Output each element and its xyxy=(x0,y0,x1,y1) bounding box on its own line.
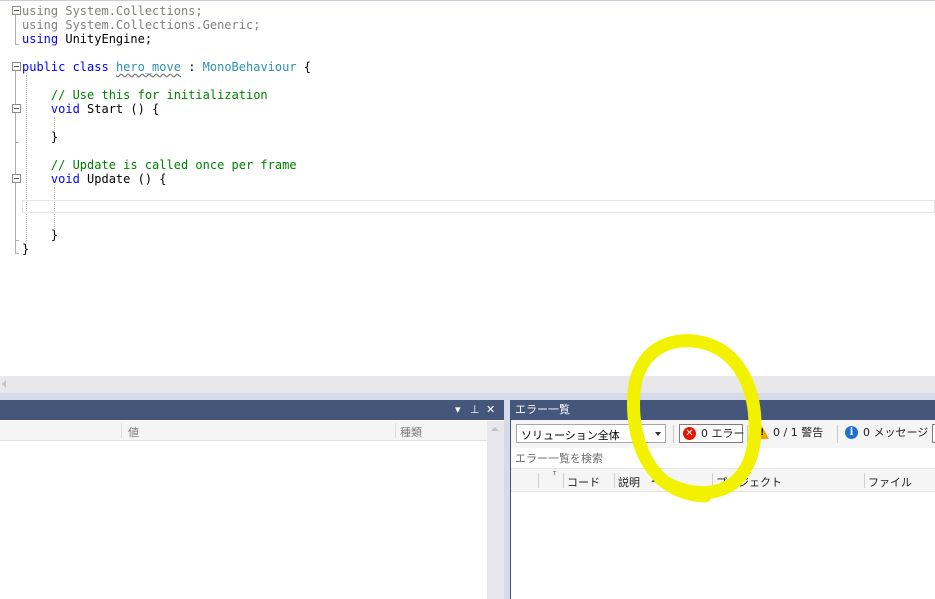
watch-vertical-scrollbar[interactable] xyxy=(487,421,504,599)
watch-panel-titlebar: ▾ ⊥ ✕ xyxy=(0,400,504,420)
pin-icon[interactable]: ⊥ xyxy=(470,402,480,418)
errors-filter-button[interactable]: ✕ 0 エラー xyxy=(679,424,745,443)
code-line[interactable]: using System.Collections.Generic; xyxy=(22,18,260,32)
column-header-description[interactable]: 説明 xyxy=(618,474,640,490)
filter-icon[interactable]: ᵀ xyxy=(553,471,556,481)
info-icon: i xyxy=(845,426,858,439)
code-line[interactable]: void Update () { xyxy=(22,172,167,186)
code-token: Start () { xyxy=(79,102,160,116)
editor-horizontal-scrollbar[interactable] xyxy=(0,376,935,393)
code-token: void xyxy=(50,102,80,116)
outline-bracket xyxy=(15,113,16,143)
code-token: hero_move xyxy=(115,60,181,74)
column-separator[interactable] xyxy=(864,473,865,488)
outline-bracket xyxy=(15,183,16,241)
error-search-row xyxy=(511,448,935,469)
scroll-up-icon[interactable] xyxy=(491,427,499,431)
code-token: using xyxy=(22,32,59,46)
code-line[interactable]: public class hero_move : MonoBehaviour { xyxy=(22,60,311,74)
error-list-column-header: ᵀ コード 説明 プロジェクト ファイル xyxy=(511,470,935,492)
code-token: // Update is called once per frame xyxy=(50,158,297,172)
code-line[interactable]: void Start () { xyxy=(22,102,159,116)
outline-bracket xyxy=(15,11,16,45)
code-token: } xyxy=(22,130,59,144)
code-token: } xyxy=(22,228,59,242)
code-token: : xyxy=(180,60,203,74)
column-separator[interactable] xyxy=(614,473,615,488)
column-header-project[interactable]: プロジェクト xyxy=(716,474,782,490)
outline-bracket-end xyxy=(15,142,19,143)
watch-column-header: 値 種類 xyxy=(0,421,487,441)
toolbar-separator xyxy=(837,425,838,443)
error-list-panel: エラー一覧 ソリューション全体 ✕ 0 エラー ! 0 / 1 警告 i 0 メ… xyxy=(510,400,935,599)
collapse-icon[interactable] xyxy=(12,6,21,15)
toolbar-separator xyxy=(747,425,748,443)
error-search-input[interactable] xyxy=(511,448,935,468)
outline-bracket-end xyxy=(15,44,19,45)
code-token: void xyxy=(50,172,80,186)
code-line[interactable]: // Update is called once per frame xyxy=(22,158,297,172)
chevron-down-icon xyxy=(655,432,661,436)
code-token: { xyxy=(296,60,312,74)
code-line[interactable]: using UnityEngine; xyxy=(22,32,152,46)
indent-guide xyxy=(54,117,55,131)
scope-dropdown[interactable]: ソリューション全体 xyxy=(516,424,666,443)
collapse-icon[interactable] xyxy=(12,62,21,71)
close-icon[interactable]: ✕ xyxy=(486,402,495,418)
sort-ascending-icon xyxy=(651,478,659,482)
errors-label: 0 エラー xyxy=(701,427,745,440)
scope-value: ソリューション全体 xyxy=(521,429,620,442)
code-line[interactable]: } xyxy=(22,228,58,242)
error-icon: ✕ xyxy=(683,427,696,440)
current-line-highlight xyxy=(22,200,935,213)
column-header-value[interactable]: 値 xyxy=(128,424,139,440)
watch-panel: ▾ ⊥ ✕ 値 種類 xyxy=(0,400,504,599)
outline-bracket-end xyxy=(15,253,19,254)
column-header-code[interactable]: コード xyxy=(567,474,600,490)
code-line[interactable]: } xyxy=(22,242,29,256)
code-token: Update () { xyxy=(79,172,167,186)
code-token: } xyxy=(22,242,30,256)
error-list-title: エラー一覧 xyxy=(515,403,570,416)
messages-label: 0 メッセージ xyxy=(863,426,929,439)
outline-bracket-end xyxy=(15,240,19,241)
code-token: MonoBehaviour xyxy=(202,60,297,74)
warnings-filter-button[interactable]: ! 0 / 1 警告 xyxy=(752,424,832,443)
scroll-left-icon[interactable] xyxy=(2,380,6,388)
warnings-label: 0 / 1 警告 xyxy=(773,426,824,439)
collapse-icon[interactable] xyxy=(12,104,21,113)
column-header-file[interactable]: ファイル xyxy=(868,474,912,490)
code-editor[interactable]: using System.Collections; using System.Co… xyxy=(0,0,935,377)
column-separator[interactable] xyxy=(712,473,713,488)
error-list-titlebar: エラー一覧 xyxy=(511,400,935,420)
code-token: public class xyxy=(22,60,109,74)
code-token: UnityEngine; xyxy=(58,32,153,46)
error-list-body[interactable] xyxy=(511,492,935,599)
column-separator[interactable] xyxy=(121,423,122,438)
column-separator[interactable] xyxy=(563,473,564,488)
code-line[interactable]: } xyxy=(22,130,58,144)
code-token: // Use this for initialization xyxy=(50,88,268,102)
code-line[interactable]: // Use this for initialization xyxy=(22,88,268,102)
code-token: using System.Collections.Generic; xyxy=(22,18,261,32)
tool-window-area: ▾ ⊥ ✕ 値 種類 エラー一覧 ソリューション全体 ✕ 0 エラー ! 0 /… xyxy=(0,393,935,599)
code-line[interactable]: using System.Collections; xyxy=(22,4,203,18)
code-token: using System.Collections; xyxy=(22,4,203,18)
column-separator[interactable] xyxy=(538,473,539,488)
error-list-toolbar: ソリューション全体 ✕ 0 エラー ! 0 / 1 警告 i 0 メッセージ xyxy=(511,420,935,448)
column-separator[interactable] xyxy=(395,423,396,438)
messages-filter-button[interactable]: i 0 メッセージ xyxy=(842,424,928,443)
toolbar-separator xyxy=(673,425,674,443)
column-header-type[interactable]: 種類 xyxy=(400,424,422,440)
warning-icon-mark: ! xyxy=(760,428,765,438)
dropdown-icon[interactable]: ▾ xyxy=(455,402,461,418)
collapse-icon[interactable] xyxy=(12,174,21,183)
